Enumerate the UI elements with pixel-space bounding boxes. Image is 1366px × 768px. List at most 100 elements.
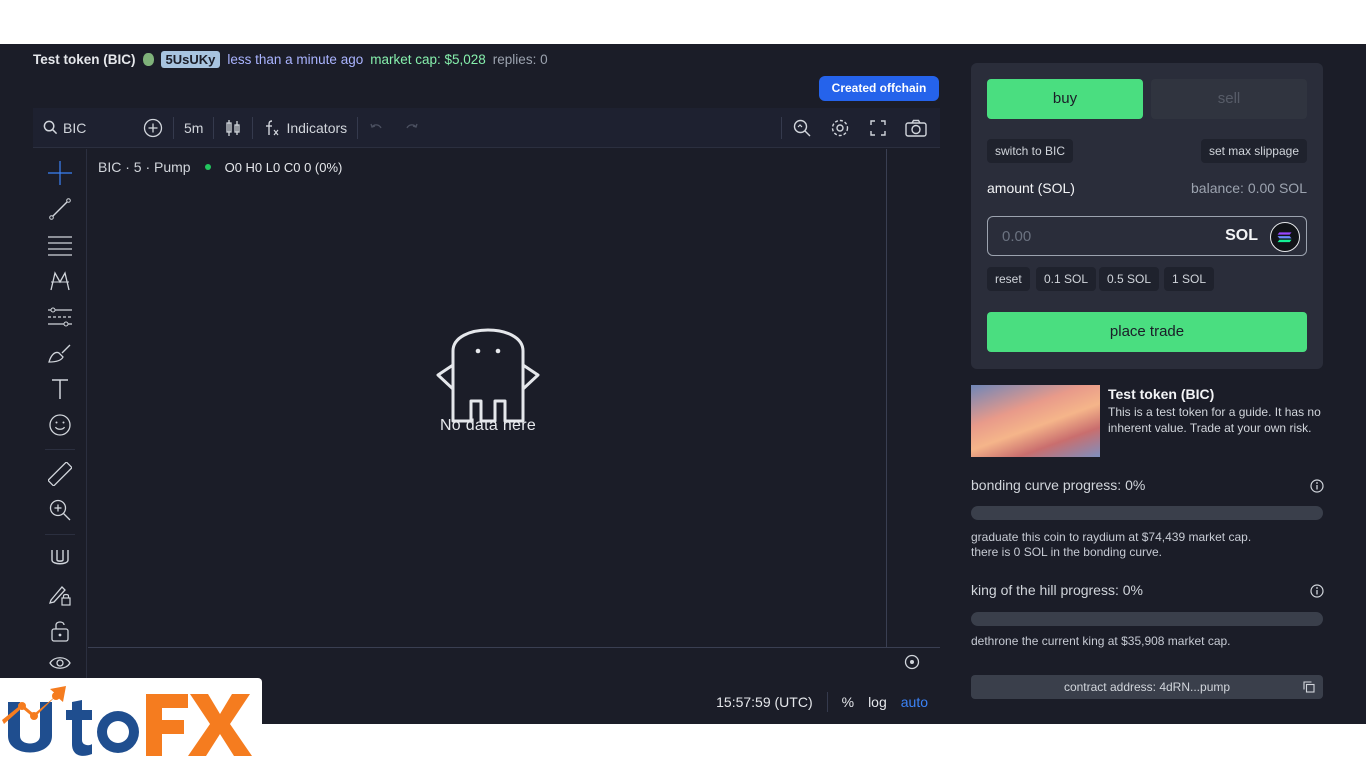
replies-count: replies: 0 (492, 51, 548, 67)
eye-icon (49, 657, 71, 669)
creator-badge[interactable]: 5UsUKy (160, 50, 221, 68)
bonding-curve-label: bonding curve progress: 0% (971, 477, 1146, 493)
amount-placeholder: 0.00 (1002, 228, 1032, 245)
compare-button[interactable] (133, 108, 173, 148)
sell-tab[interactable]: sell (1151, 79, 1307, 119)
brush-icon (48, 344, 71, 363)
utofx-logo-mark (2, 686, 252, 756)
symbol-search[interactable]: BIC (33, 108, 133, 148)
creator-avatar-icon (142, 52, 154, 66)
fullscreen-icon (870, 120, 886, 136)
token-image (971, 385, 1100, 457)
settings-icon (831, 119, 849, 137)
amount-input[interactable]: 0.00 SOL (987, 216, 1307, 256)
screenshot-button[interactable] (898, 110, 934, 146)
percent-scale-toggle[interactable]: % (842, 694, 854, 710)
contract-address[interactable]: contract address: 4dRN...pump (971, 675, 1323, 699)
utc-clock[interactable]: 15:57:59 (UTC) (716, 694, 812, 710)
king-note: dethrone the current king at $35,908 mar… (971, 634, 1231, 648)
king-of-hill-progress (971, 612, 1323, 626)
token-description: This is a test token for a guide. It has… (1108, 405, 1321, 435)
text-icon (52, 379, 68, 399)
lock-icon (51, 621, 69, 642)
no-data-message: No data here (439, 417, 537, 434)
trendline-tool[interactable] (46, 195, 74, 223)
balance-label: balance: 0.00 SOL (1191, 180, 1307, 196)
search-icon (43, 120, 58, 135)
market-cap: market cap: $5,028 (370, 51, 486, 67)
copy-icon[interactable] (1303, 681, 1315, 693)
app-window: Test token (BIC) 5UsUKy less than a minu… (0, 44, 1366, 724)
candles-icon (226, 119, 241, 136)
bottom-divider (826, 692, 828, 712)
crosshair-icon (48, 161, 72, 185)
place-trade-button[interactable]: place trade (987, 312, 1307, 352)
undo-button[interactable] (358, 108, 394, 148)
lock-drawing-tool[interactable] (46, 581, 74, 609)
indicators-button[interactable]: Indicators (253, 108, 357, 148)
hide-drawings-tool[interactable] (46, 649, 74, 677)
drawing-toolbar (33, 149, 87, 679)
text-tool[interactable] (46, 375, 74, 403)
forecast-tool[interactable] (46, 303, 74, 331)
log-scale-toggle[interactable]: log (868, 694, 887, 710)
emoji-tool[interactable] (46, 411, 74, 439)
info-icon[interactable] (1310, 584, 1324, 598)
market-status-dot (204, 164, 211, 170)
sidebar-divider (45, 534, 75, 535)
contract-address-label: contract address: 4dRN...pump (1063, 680, 1231, 694)
brush-tool[interactable] (46, 339, 74, 367)
chart-toolbar: BIC 5m Indicators (33, 108, 940, 148)
switch-token-button[interactable]: switch to BIC (987, 139, 1074, 163)
fullscreen-button[interactable] (860, 110, 896, 146)
quick-amount-reset[interactable]: reset (987, 267, 1030, 291)
bonding-note-sol: there is 0 SOL in the bonding curve. (971, 545, 1163, 559)
trendline-icon (49, 198, 71, 220)
magnet-icon (51, 550, 69, 565)
zoom-tool[interactable] (46, 496, 74, 524)
auto-scale-toggle[interactable]: auto (901, 694, 928, 710)
chart-settings-button[interactable] (822, 110, 858, 146)
token-name[interactable]: Test token (BIC) (33, 52, 136, 67)
crosshair-tool[interactable] (46, 159, 74, 187)
chart-plot-area[interactable]: BIC · 5 · Pump O0 H0 L0 C0 0 (0%) No dat… (88, 149, 940, 679)
quick-amount-1[interactable]: 1 SOL (1164, 267, 1215, 291)
magnet-tool[interactable] (46, 545, 74, 573)
trade-panel: buy sell switch to BIC set max slippage … (971, 63, 1323, 369)
redo-icon (406, 123, 418, 128)
horizontal-lines-icon (48, 236, 72, 256)
chart-type-button[interactable] (214, 108, 252, 148)
measure-tool[interactable] (46, 460, 74, 488)
plus-circle-icon (143, 118, 163, 137)
emoji-icon (49, 414, 71, 436)
ruler-icon (48, 462, 72, 486)
quick-search-button[interactable] (784, 110, 820, 146)
horizontal-lines-tool[interactable] (46, 231, 74, 259)
scale-settings-icon[interactable] (904, 654, 920, 670)
solana-logo-icon (1270, 222, 1300, 252)
utofx-watermark-logo (0, 678, 262, 768)
quick-amount-0-5[interactable]: 0.5 SOL (1099, 267, 1160, 291)
pattern-icon (50, 271, 70, 291)
created-offchain-badge[interactable]: Created offchain (819, 76, 939, 101)
max-slippage-button[interactable]: set max slippage (1200, 139, 1307, 163)
fx-icon (266, 119, 279, 135)
created-time: less than a minute ago (227, 51, 364, 67)
pattern-tool[interactable] (46, 267, 74, 295)
search-zoom-icon (793, 119, 811, 137)
interval-label: 5m (184, 119, 204, 136)
sidebar-divider (45, 449, 75, 450)
price-axis-divider (886, 149, 887, 647)
info-icon[interactable] (1310, 479, 1324, 493)
quick-amount-0-1[interactable]: 0.1 SOL (1036, 267, 1097, 291)
redo-button[interactable] (394, 108, 430, 148)
lock-all-tool[interactable] (46, 617, 74, 645)
zoom-in-icon (49, 499, 71, 521)
ohlc-values: O0 H0 L0 C0 0 (0%) (224, 159, 343, 175)
lock-pencil-icon (49, 586, 71, 606)
token-info-bar: Test token (BIC) 5UsUKy less than a minu… (33, 48, 548, 70)
interval-button[interactable]: 5m (174, 108, 213, 148)
undo-icon (370, 123, 382, 128)
buy-tab[interactable]: buy (987, 79, 1143, 119)
indicators-label: Indicators (286, 119, 348, 136)
